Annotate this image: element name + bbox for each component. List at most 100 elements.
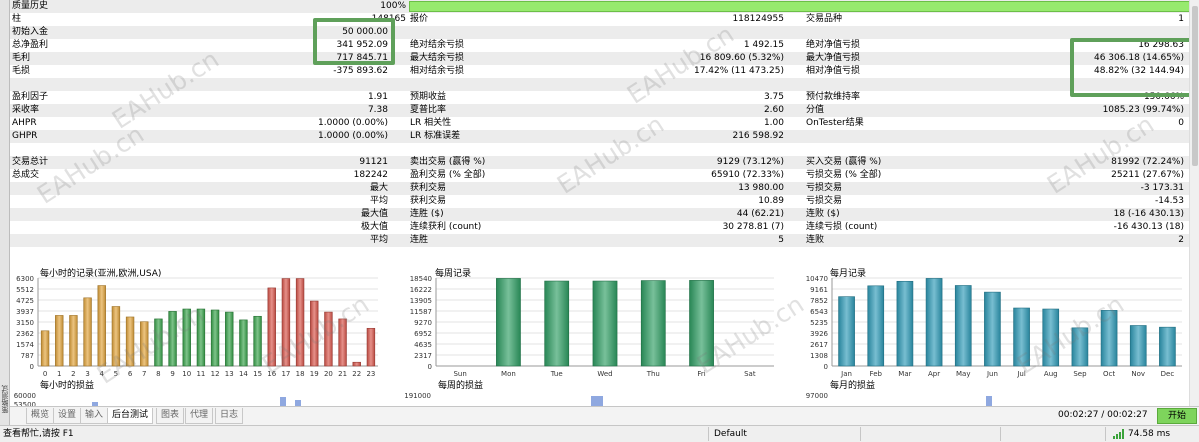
bar-Tue bbox=[544, 280, 570, 367]
y-tick-label: 3150 bbox=[16, 319, 34, 327]
strategy-tester-window: 策略测试 质量历史 100% 柱 148165 报价 118124955 交易品… bbox=[0, 0, 1199, 442]
report-row: 最大 获利交易 13 980.00 亏损交易 -3 173.31 bbox=[10, 182, 1189, 195]
y-tick-label: 6300 bbox=[16, 275, 34, 283]
loss-trades-value: 25211 (27.67%) bbox=[1111, 170, 1184, 180]
status-divider bbox=[1105, 427, 1106, 441]
x-tick-label: 10 bbox=[182, 370, 191, 378]
pl-y-tick-label: 97000 bbox=[806, 392, 828, 400]
x-tick-label: Tue bbox=[550, 370, 563, 378]
bar-Jul bbox=[1013, 307, 1030, 367]
status-bar: 查看帮忙,请按 F1 Default 74.58 ms bbox=[0, 425, 1199, 442]
bar-Sep bbox=[1071, 327, 1089, 367]
bar-12 bbox=[210, 309, 220, 367]
start-button[interactable]: 开始 bbox=[1157, 408, 1197, 424]
x-tick-label: Aug bbox=[1044, 370, 1058, 378]
pl-y-tick-label: 191000 bbox=[405, 392, 431, 400]
recovery-factor-label: 采收率 bbox=[12, 105, 40, 115]
status-divider bbox=[708, 427, 709, 441]
report-row: 总净盈利 341 952.09 绝对结余亏损 1 492.15 绝对净值亏损 1… bbox=[10, 39, 1189, 52]
profit-trades-value: 65910 (72.33%) bbox=[711, 170, 784, 180]
report-row: 柱 148165 报价 118124955 交易品种 1 bbox=[10, 13, 1189, 26]
bar-14 bbox=[239, 319, 248, 367]
monthly-records-plot: 0 1308 2617 3926 5235 6543 7852 9161 10470 Jan Feb… bbox=[806, 275, 1182, 406]
x-tick-label: 22 bbox=[352, 370, 361, 378]
report-scrollbar[interactable] bbox=[1189, 0, 1199, 406]
report-row: 交易总计 91121 卖出交易 (赢得 %) 9129 (73.12%) 买入交… bbox=[10, 156, 1189, 169]
strategy-tester-side-tab[interactable]: 策略测试 bbox=[0, 0, 10, 425]
pl-bar bbox=[986, 396, 992, 406]
x-tick-label: 13 bbox=[225, 370, 234, 378]
report-row: 毛利 717 845.71 最大结余亏损 16 809.60 (5.32%) 最… bbox=[10, 52, 1189, 65]
bar-Feb bbox=[867, 285, 885, 367]
y-tick-label: 16222 bbox=[410, 286, 432, 294]
tab-graph[interactable]: 图表 bbox=[156, 408, 185, 424]
lr-std-error-label: LR 标准误差 bbox=[410, 131, 461, 141]
x-tick-label: Feb bbox=[870, 370, 883, 378]
avg-profit-value: 10.89 bbox=[758, 196, 784, 206]
x-tick-label: 1 bbox=[57, 370, 61, 378]
avg-loss-label: 亏损交易 bbox=[806, 196, 843, 206]
scrollbar-thumb[interactable] bbox=[1192, 6, 1198, 166]
signal-strength-icon bbox=[1113, 429, 1125, 442]
x-tick-label: 7 bbox=[142, 370, 146, 378]
ontester-result-value: 0 bbox=[1178, 118, 1184, 128]
y-tick-label: 0 bbox=[428, 363, 432, 371]
x-tick-label: 21 bbox=[338, 370, 347, 378]
y-tick-label: 2317 bbox=[414, 352, 432, 360]
symbols-value: 1 bbox=[1178, 14, 1184, 24]
profile-name: Default bbox=[714, 429, 747, 439]
bar-17 bbox=[281, 278, 291, 367]
x-tick-label: 5 bbox=[114, 370, 118, 378]
tab-overview[interactable]: 概览 bbox=[26, 408, 55, 424]
report-row: AHPR 1.0000 (0.00%) LR 相关性 1.00 OnTester… bbox=[10, 117, 1189, 130]
tab-settings[interactable]: 设置 bbox=[53, 408, 82, 424]
profit-factor-value: 1.91 bbox=[367, 92, 388, 102]
bar-Aug bbox=[1042, 308, 1060, 367]
z-score-value: 1085.23 (99.74%) bbox=[1102, 105, 1184, 115]
max-consec-losses-value: 18 (-16 430.13) bbox=[1113, 209, 1184, 219]
chart-title: 每周记录 bbox=[435, 269, 472, 279]
hourly-records-chart: 每小时的记录(亚洲,欧洲,USA) 0 787 1574 2362 3150 3937 472… bbox=[10, 262, 390, 406]
help-hint: 查看帮忙,请按 F1 bbox=[3, 429, 74, 439]
x-tick-label: 20 bbox=[324, 370, 333, 378]
x-tick-label: 17 bbox=[281, 370, 290, 378]
y-tick-label: 2362 bbox=[16, 330, 34, 338]
bar-Apr bbox=[925, 278, 943, 367]
x-tick-label: Jun bbox=[986, 370, 998, 378]
profit-factor-label: 盈利因子 bbox=[12, 92, 49, 102]
y-tick-label: 3926 bbox=[810, 330, 828, 338]
total-deals-label: 总成交 bbox=[12, 170, 40, 180]
abs-balance-dd-label: 绝对结余亏损 bbox=[410, 40, 465, 50]
maximal-consec-profit-label: 连续获利 (count) bbox=[410, 222, 482, 232]
tab-backtest[interactable]: 后台测试 bbox=[107, 408, 154, 424]
x-tick-label: 6 bbox=[128, 370, 133, 378]
x-tick-label: 2 bbox=[71, 370, 75, 378]
profit-trades-label: 盈利交易 (% 全部) bbox=[410, 170, 486, 180]
maximal-label: 极大值 bbox=[360, 222, 388, 232]
tab-journal[interactable]: 日志 bbox=[215, 408, 244, 424]
x-tick-label: 14 bbox=[239, 370, 248, 378]
y-tick-label: 13905 bbox=[410, 297, 432, 305]
tab-agents[interactable]: 代理 bbox=[185, 408, 214, 424]
status-divider bbox=[1000, 427, 1001, 441]
x-tick-label: Nov bbox=[1131, 370, 1145, 378]
expected-payoff-value: 3.75 bbox=[763, 92, 784, 102]
x-tick-label: Mon bbox=[501, 370, 516, 378]
max-consec-losses-label: 连败 ($) bbox=[806, 209, 840, 219]
elapsed-time: 00:02:27 / 00:02:27 bbox=[1058, 410, 1148, 420]
total-net-profit-label: 总净盈利 bbox=[12, 40, 49, 50]
tab-inputs[interactable]: 输入 bbox=[80, 408, 109, 424]
y-tick-label: 0 bbox=[824, 363, 828, 371]
y-tick-label: 9270 bbox=[414, 319, 432, 327]
maximal-consec-loss-value: -16 430.13 (18) bbox=[1113, 222, 1184, 232]
x-tick-label: Oct bbox=[1103, 370, 1115, 378]
bar-Dec bbox=[1159, 326, 1176, 367]
sharpe-ratio-label: 夏普比率 bbox=[410, 105, 447, 115]
symbols-label: 交易品种 bbox=[806, 14, 843, 24]
x-tick-label: Sat bbox=[744, 370, 756, 378]
bar-0 bbox=[40, 330, 50, 367]
report-row: 质量历史 100% bbox=[10, 0, 1194, 13]
z-score-label: 分值 bbox=[806, 105, 825, 115]
report-row: 总成交 182242 盈利交易 (% 全部) 65910 (72.33%) 亏损… bbox=[10, 169, 1189, 182]
x-tick-label: Jan bbox=[840, 370, 852, 378]
